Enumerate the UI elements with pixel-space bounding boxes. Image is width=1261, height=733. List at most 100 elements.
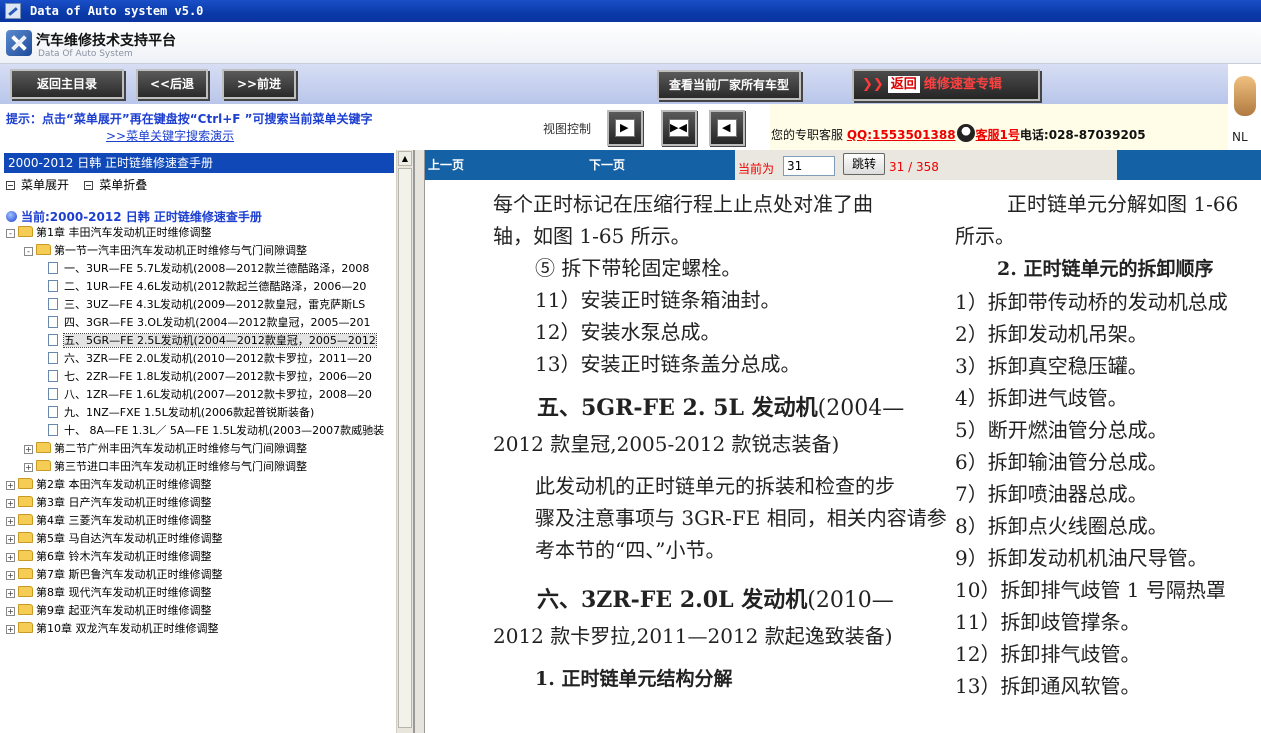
- page-number-input[interactable]: [783, 156, 835, 176]
- forward-button[interactable]: >>前进: [222, 69, 296, 99]
- all-models-button[interactable]: 查看当前厂家所有车型: [657, 70, 801, 100]
- expand-right-icon: ▶: [615, 119, 635, 137]
- section-heading: 五、5GR-FE 2. 5L 发动机(2004—: [537, 390, 904, 422]
- tree-folder-item[interactable]: + 第4章 三菱汽车发动机正时维修调整: [6, 512, 212, 530]
- folder-icon: [18, 550, 33, 561]
- folder-icon: [36, 460, 51, 471]
- tree-folder-item[interactable]: + 第10章 双龙汽车发动机正时维修调整: [6, 620, 219, 638]
- collapse-toggle-icon[interactable]: -: [24, 247, 33, 256]
- tree-folder-item[interactable]: - 第一节一汽丰田汽车发动机正时维修与气门间隙调整: [24, 242, 307, 260]
- tree-folder-item[interactable]: + 第7章 斯巴鲁汽车发动机正时维修调整: [6, 566, 223, 584]
- menu-expand-button[interactable]: 菜单展开: [6, 178, 69, 192]
- sidebar-scrollbar[interactable]: ▲: [396, 150, 413, 733]
- tree-folder-item[interactable]: + 第2章 本田汽车发动机正时维修调整: [6, 476, 212, 494]
- tree-folder-item[interactable]: + 第6章 铃木汽车发动机正时维修调整: [6, 548, 212, 566]
- expand-toggle-icon[interactable]: +: [6, 625, 15, 634]
- page-icon: [48, 424, 58, 436]
- tree-item-label: 第5章 马自达汽车发动机正时维修调整: [36, 532, 223, 545]
- menu-expand-label: 菜单展开: [21, 178, 70, 192]
- tree-page-item[interactable]: 九、1NZ—FXE 1.5L发动机(2006款起普锐斯装备): [48, 404, 314, 422]
- document-line: 骤及注意事项与 3GR-FE 相同，相关内容请参: [535, 506, 947, 530]
- document-page: 每个正时标记在压缩行程上止点处对准了曲 轴，如图 1-65 所示。 ⑤ 拆下带轮固定…: [425, 180, 1261, 733]
- tree-folder-item[interactable]: - 第1章 丰田汽车发动机正时维修调整: [6, 224, 212, 242]
- tree-item-label: 第二节广州丰田汽车发动机正时维修与气门间隙调整: [54, 442, 307, 455]
- menu-collapse-label: 菜单折叠: [99, 178, 148, 192]
- expand-toggle-icon[interactable]: +: [6, 607, 15, 616]
- sidebar: 2000-2012 日韩 正时链维修速查手册 菜单展开 菜单折叠 当前:2000…: [0, 150, 414, 733]
- tree-page-item[interactable]: 三、3UZ—FE 4.3L发动机(2009—2012款皇冠，雷克萨斯LS: [48, 296, 365, 314]
- tree-folder-item[interactable]: + 第三节进口丰田汽车发动机正时维修与气门间隙调整: [24, 458, 307, 476]
- prev-page-link[interactable]: 上一页: [428, 156, 464, 173]
- split-view-icon: ▶◀: [669, 119, 689, 137]
- expand-toggle-icon[interactable]: +: [6, 481, 15, 490]
- document-line: 3）拆卸真空稳压罐。: [955, 354, 1148, 378]
- collapse-toggle-icon[interactable]: -: [6, 229, 15, 238]
- search-demo-link[interactable]: >>菜单关键字搜索演示: [106, 127, 234, 144]
- expand-toggle-icon[interactable]: +: [6, 517, 15, 526]
- tree-page-item[interactable]: 八、1ZR—FE 1.6L发动机(2007—2012款卡罗拉，2008—20: [48, 386, 372, 404]
- home-button[interactable]: 返回主目录: [10, 69, 124, 99]
- tree-item-label: 第三节进口丰田汽车发动机正时维修与气门间隙调整: [54, 460, 307, 473]
- sidebar-header: 2000-2012 日韩 正时链维修速查手册: [4, 153, 394, 173]
- jump-button[interactable]: 跳转: [843, 153, 885, 175]
- folder-icon: [18, 514, 33, 525]
- subsection-heading: 2. 正时链单元的拆卸顺序: [997, 258, 1214, 280]
- view-expand-left-button[interactable]: ◀: [709, 110, 745, 146]
- service-info: 您的专职客服 QQ:1553501388 客服1号电话:028-87039205: [771, 124, 1146, 143]
- expand-toggle-icon[interactable]: +: [6, 499, 15, 508]
- phone-number: 028-87039205: [1048, 128, 1146, 142]
- tree-folder-item[interactable]: + 第5章 马自达汽车发动机正时维修调整: [6, 530, 223, 548]
- tree-item-label: 八、1ZR—FE 1.6L发动机(2007—2012款卡罗拉，2008—20: [64, 388, 372, 401]
- document-line: 11）拆卸歧管撑条。: [955, 610, 1141, 634]
- document-line: 2012 款卡罗拉,2011—2012 款起逸致装备): [493, 624, 893, 648]
- tree-page-item[interactable]: 四、3GR—FE 3.OL发动机(2004—2012款皇冠，2005—201: [48, 314, 371, 332]
- expand-toggle-icon[interactable]: +: [24, 445, 33, 454]
- document-line: 轴，如图 1-65 所示。: [493, 224, 691, 248]
- tree-folder-item[interactable]: + 第8章 现代汽车发动机正时维修调整: [6, 584, 212, 602]
- document-line: 每个正时标记在压缩行程上止点处对准了曲: [493, 192, 873, 216]
- page-icon: [48, 262, 58, 274]
- tree-page-item[interactable]: 十、 8A—FE 1.3L／ 5A—FE 1.5L发动机(2003—2007款威…: [48, 422, 384, 440]
- scroll-up-icon[interactable]: ▲: [398, 151, 412, 166]
- page-icon: [48, 352, 58, 364]
- pane-splitter[interactable]: [414, 150, 425, 733]
- expand-toggle-icon[interactable]: +: [6, 535, 15, 544]
- tree-item-label: 第4章 三菱汽车发动机正时维修调整: [36, 514, 212, 527]
- expand-toggle-icon[interactable]: +: [24, 463, 33, 472]
- folder-icon: [18, 478, 33, 489]
- tree-page-item[interactable]: 二、1UR—FE 4.6L发动机(2012款起兰德酷路泽，2006—20: [48, 278, 366, 296]
- tree-item-label: 第9章 起亚汽车发动机正时维修调整: [36, 604, 212, 617]
- document-line: 2012 款皇冠,2005-2012 款锐志装备): [493, 432, 840, 456]
- current-manual-label: 当前:2000-2012 日韩 正时链维修速查手册: [21, 210, 262, 224]
- main-toolbar: 返回主目录 <<后退 >>前进 查看当前厂家所有车型: [0, 64, 1228, 104]
- qq-penguin-icon[interactable]: [956, 124, 975, 142]
- view-split-button[interactable]: ▶◀: [661, 110, 697, 146]
- chapter-tree: - 第1章 丰田汽车发动机正时维修调整 - 第一节一汽丰田汽车发动机正时维修与气门间隙…: [0, 224, 396, 733]
- tree-page-item[interactable]: 七、2ZR—FE 1.8L发动机(2007—2012款卡罗拉，2006—20: [48, 368, 372, 386]
- qq-link[interactable]: QQ:1553501388: [847, 128, 956, 142]
- return-special-button[interactable]: ❯❯ 返回 维修速查专辑: [852, 69, 1040, 101]
- next-page-link[interactable]: 下一页: [589, 156, 625, 173]
- tree-folder-item[interactable]: + 第二节广州丰田汽车发动机正时维修与气门间隙调整: [24, 440, 307, 458]
- document-line: 所示。: [955, 224, 1015, 248]
- document-line: 13）安装正时链条盖分总成。: [535, 352, 801, 376]
- scroll-thumb[interactable]: [398, 168, 412, 728]
- menu-collapse-button[interactable]: 菜单折叠: [84, 178, 147, 192]
- page-icon: [48, 316, 58, 328]
- document-line: 9）拆卸发动机机油尺导管。: [955, 546, 1208, 570]
- tree-folder-item[interactable]: + 第9章 起亚汽车发动机正时维修调整: [6, 602, 212, 620]
- tree-page-item[interactable]: 六、3ZR—FE 2.0L发动机(2010—2012款卡罗拉，2011—20: [48, 350, 372, 368]
- tree-folder-item[interactable]: + 第3章 日产汽车发动机正时维修调整: [6, 494, 212, 512]
- expand-toggle-icon[interactable]: +: [6, 571, 15, 580]
- tree-item-label: 第3章 日产汽车发动机正时维修调整: [36, 496, 212, 509]
- tree-page-item[interactable]: 一、3UR—FE 5.7L发动机(2008—2012款兰德酷路泽，2008: [48, 260, 369, 278]
- back-button[interactable]: <<后退: [136, 69, 208, 99]
- tree-item-label: 第7章 斯巴鲁汽车发动机正时维修调整: [36, 568, 223, 581]
- view-expand-right-button[interactable]: ▶: [607, 110, 643, 146]
- customer-service-link[interactable]: 客服1号: [976, 128, 1020, 142]
- tree-page-item[interactable]: 五、5GR—FE 2.5L发动机(2004—2012款皇冠，2005—2012: [48, 332, 377, 350]
- expand-toggle-icon[interactable]: +: [6, 589, 15, 598]
- expand-toggle-icon[interactable]: +: [6, 553, 15, 562]
- folder-icon: [18, 604, 33, 615]
- document-line: 此发动机的正时链单元的拆装和检查的步: [535, 474, 895, 498]
